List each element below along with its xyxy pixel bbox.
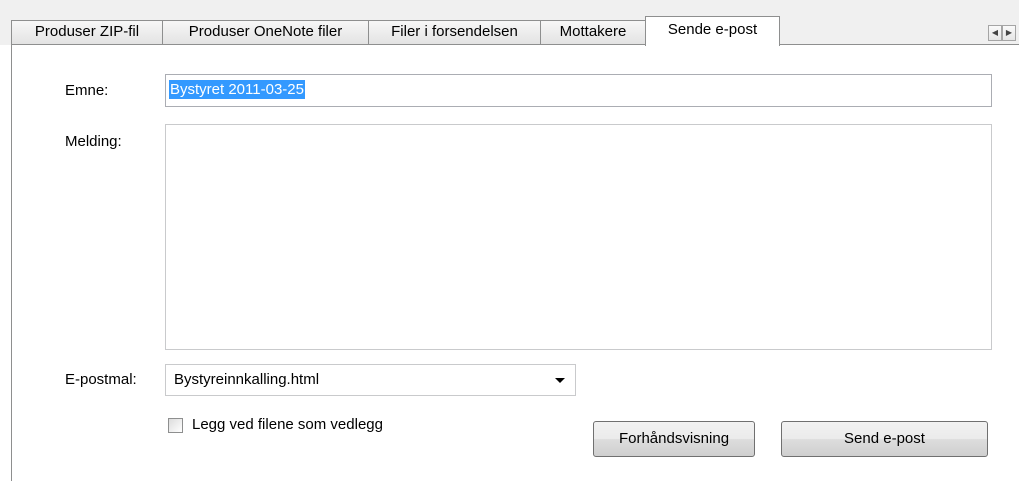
tab-scroll-left-button[interactable]: ◀ (988, 25, 1002, 41)
tab-produser-zip-fil[interactable]: Produser ZIP-fil (11, 20, 163, 44)
tab-produser-onenote-filer[interactable]: Produser OneNote filer (162, 20, 369, 44)
template-select[interactable]: Bystyreinnkalling.html (165, 364, 576, 396)
chevron-left-icon: ◀ (991, 28, 999, 37)
attach-files-checkbox[interactable] (168, 418, 183, 433)
send-email-button[interactable]: Send e-post (781, 421, 988, 457)
subject-label: Emne: (65, 82, 109, 99)
message-label: Melding: (65, 133, 122, 150)
subject-input[interactable]: Bystyret 2011-03-25 (165, 74, 992, 107)
dropdown-arrow-icon[interactable] (555, 378, 565, 383)
template-select-value: Bystyreinnkalling.html (174, 371, 320, 388)
chevron-right-icon: ▶ (1005, 28, 1013, 37)
subject-input-value: Bystyret 2011-03-25 (169, 80, 305, 99)
tab-mottakere[interactable]: Mottakere (540, 20, 646, 44)
tab-scroll-right-button[interactable]: ▶ (1002, 25, 1016, 41)
tab-strip: Produser ZIP-fil Produser OneNote filer … (0, 0, 1019, 46)
template-label: E-postmal: (65, 371, 137, 388)
tab-sende-e-post[interactable]: Sende e-post (645, 16, 780, 46)
tab-filer-i-forsendelsen[interactable]: Filer i forsendelsen (368, 20, 541, 44)
attach-files-label[interactable]: Legg ved filene som vedlegg (192, 416, 383, 433)
message-textarea[interactable] (165, 124, 992, 350)
preview-button[interactable]: Forhåndsvisning (593, 421, 755, 457)
